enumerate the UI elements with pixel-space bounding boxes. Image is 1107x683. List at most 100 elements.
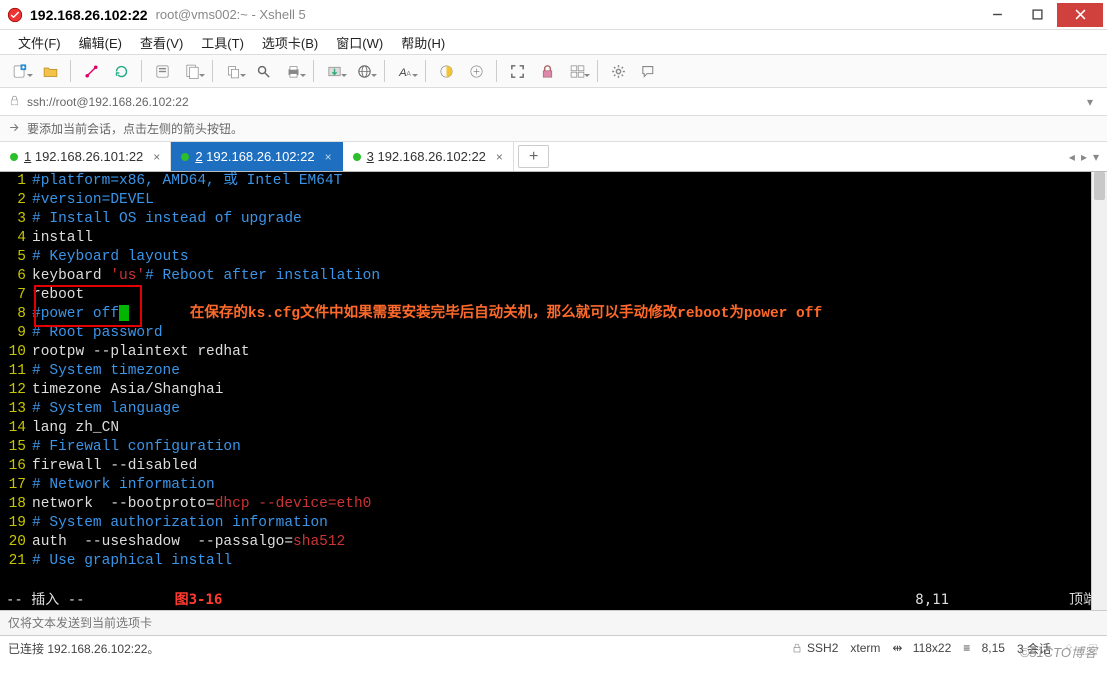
minimize-button[interactable] [977,3,1017,27]
tab-label: 2 192.168.26.102:22 [195,149,314,164]
hint-text: 要添加当前会话，点击左侧的箭头按钮。 [27,120,243,137]
properties-button[interactable] [148,57,176,85]
terminal-line: 20auth --useshadow --passalgo=sha512 [6,533,1107,552]
menu-item[interactable]: 选项卡(B) [258,31,322,54]
copy-button[interactable] [219,57,247,85]
scrollbar-thumb[interactable] [1094,172,1105,200]
tab-scroll-left-icon[interactable]: ◂ [1069,150,1075,164]
protocol-status: SSH2 [791,641,838,655]
toolbar-separator [384,60,385,82]
terminal-wrap: 1#platform=x86, AMD64, 或 Intel EM64T2#ve… [0,172,1107,610]
tab-close-icon[interactable]: × [325,150,332,164]
close-button[interactable] [1057,3,1103,27]
color-scheme-button[interactable] [432,57,460,85]
menu-item[interactable]: 编辑(E) [75,31,126,54]
session-tab[interactable]: 2 192.168.26.102:22 × [171,142,342,171]
compose-bar [0,610,1107,636]
layout-button[interactable] [563,57,591,85]
terminal-line: 15# Firewall configuration [6,438,1107,457]
terminal-line: 2#version=DEVEL [6,191,1107,210]
terminal-line: 3# Install OS instead of upgrade [6,210,1107,229]
reconnect-button[interactable] [107,57,135,85]
caret-position: ≡ 8,15 [963,641,1005,655]
menu-item[interactable]: 帮助(H) [397,31,449,54]
toolbar-separator [313,60,314,82]
toolbar-separator [597,60,598,82]
fullscreen-button[interactable] [503,57,531,85]
svg-text:A: A [406,69,411,77]
terminal-scrollbar[interactable] [1091,172,1107,610]
tab-scroll-right-icon[interactable]: ▸ [1081,150,1087,164]
terminal-line: 6keyboard 'us'# Reboot after installatio… [6,267,1107,286]
menu-item[interactable]: 工具(T) [197,31,248,54]
window-subtitle: root@vms002:~ - Xshell 5 [156,7,306,22]
status-dot-icon [10,153,18,161]
terminal-line: 21# Use graphical install [6,552,1107,571]
terminal-line: 16firewall --disabled [6,457,1107,476]
terminal-size: ⇹ 118x22 [892,641,951,655]
print-button[interactable] [279,57,307,85]
terminal[interactable]: 1#platform=x86, AMD64, 或 Intel EM64T2#ve… [0,172,1107,610]
app-icon [6,6,24,24]
menu-bar: 文件(F) 编辑(E) 查看(V) 工具(T) 选项卡(B) 窗口(W) 帮助(H) [0,30,1107,54]
status-dot-icon [181,153,189,161]
terminal-line: 4install [6,229,1107,248]
hint-bar: 要添加当前会话，点击左侧的箭头按钮。 [0,116,1107,142]
svg-text:A: A [398,66,407,78]
watermark: ©51CTO博客 [1020,642,1097,661]
new-session-button[interactable] [6,57,34,85]
address-bar: ▾ [0,88,1107,116]
tab-label: 1 192.168.26.101:22 [24,149,143,164]
title-bar: 192.168.26.102:22 root@vms002:~ - Xshell… [0,0,1107,30]
status-bar: 已连接 192.168.26.102:22。 SSH2 xterm ⇹ 118x… [0,636,1107,660]
toolbar-separator [70,60,71,82]
history-dropdown-icon[interactable]: ▾ [1081,95,1099,109]
terminal-line: 10rootpw --plaintext redhat [6,343,1107,362]
open-button[interactable] [36,57,64,85]
arrow-icon[interactable] [8,121,21,137]
lock-icon [8,94,21,110]
find-button[interactable] [249,57,277,85]
tab-menu-icon[interactable]: ▾ [1093,150,1099,164]
transfer-button[interactable] [320,57,348,85]
vim-status-line: -- 插入 -- 图3-16 8,11 顶端 [6,590,1107,610]
toolbar-separator [212,60,213,82]
tab-label: 3 192.168.26.102:22 [367,149,486,164]
terminal-line: 8#power off 在保存的ks.cfg文件中如果需要安装完毕后自动关机，那… [6,305,1107,324]
vim-mode: -- 插入 -- [6,591,85,610]
font-button[interactable]: AA [391,57,419,85]
help-button[interactable] [634,57,662,85]
terminal-line: 14lang zh_CN [6,419,1107,438]
terminal-line: 9# Root password [6,324,1107,343]
encoding-button[interactable] [462,57,490,85]
address-input[interactable] [27,95,1075,109]
toolbar-separator [496,60,497,82]
status-dot-icon [353,153,361,161]
terminal-line: 13# System language [6,400,1107,419]
compose-input[interactable] [0,611,1107,635]
tab-close-icon[interactable]: × [153,150,160,164]
toolbar-separator [425,60,426,82]
tab-close-icon[interactable]: × [496,150,503,164]
profiles-button[interactable] [178,57,206,85]
menu-item[interactable]: 文件(F) [14,31,65,54]
session-tab[interactable]: 1 192.168.26.101:22 × [0,142,171,171]
session-tab[interactable]: 3 192.168.26.102:22 × [343,142,514,171]
annotation-text: 在保存的ks.cfg文件中如果需要安装完毕后自动关机，那么就可以手动修改rebo… [129,306,822,322]
connect-button[interactable] [77,57,105,85]
settings-button[interactable] [604,57,632,85]
terminal-line: 12timezone Asia/Shanghai [6,381,1107,400]
terminal-line: 1#platform=x86, AMD64, 或 Intel EM64T [6,172,1107,191]
maximize-button[interactable] [1017,3,1057,27]
lock-button[interactable] [533,57,561,85]
session-tabs: 1 192.168.26.101:22 × 2 192.168.26.102:22 ×… [0,142,1107,172]
menu-item[interactable]: 窗口(W) [332,31,387,54]
terminal-line: 17# Network information [6,476,1107,495]
web-button[interactable] [350,57,378,85]
add-tab-button[interactable]: + [518,145,549,168]
toolbar: AA [0,54,1107,88]
terminal-type: xterm [850,641,880,655]
terminal-line: 18network --bootproto=dhcp --device=eth0 [6,495,1107,514]
menu-item[interactable]: 查看(V) [136,31,187,54]
connection-status: 已连接 192.168.26.102:22。 [8,640,159,657]
